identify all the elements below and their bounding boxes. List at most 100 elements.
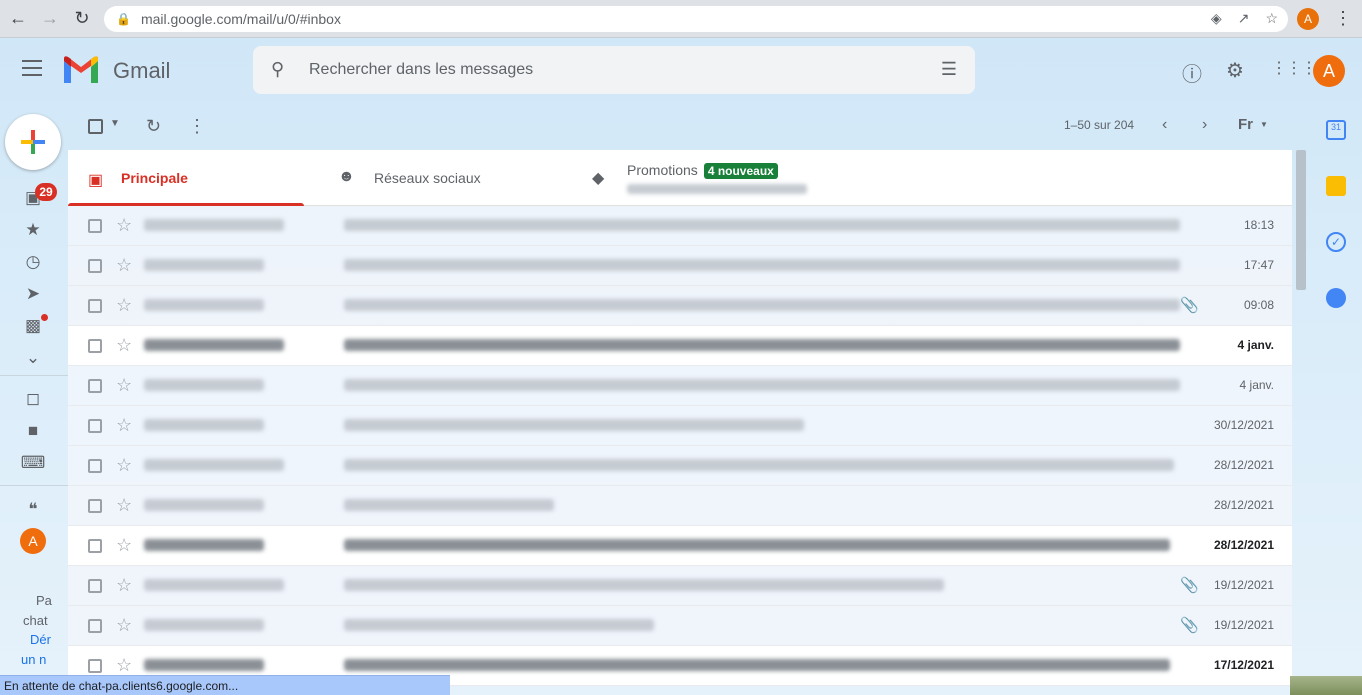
select-all-checkbox[interactable] [88,119,103,134]
back-icon[interactable]: ← [4,5,32,33]
browser-profile-avatar[interactable]: A [1297,8,1319,30]
email-date: 19/12/2021 [1213,578,1274,592]
email-row[interactable]: ☆ 18:13 [68,206,1292,246]
email-date: 28/12/2021 [1213,498,1274,512]
forward-icon[interactable]: → [36,5,64,33]
search-input[interactable] [309,58,909,82]
email-row[interactable]: ☆ 📎 19/12/2021 [68,566,1292,606]
email-sender-redacted [144,619,264,631]
email-sender-redacted [144,459,284,471]
browser-menu-icon[interactable]: ⋮ [1334,8,1352,29]
star-icon[interactable]: ☆ [116,535,132,556]
star-icon[interactable]: ☆ [116,295,132,316]
address-bar[interactable]: 🔒 mail.google.com/mail/u/0/#inbox ◈ ↗ ☆ [104,6,1288,32]
settings-gear-icon[interactable]: ⚙ [1226,58,1244,83]
chat-text-line: chat [23,613,48,628]
email-sender-redacted [144,299,264,311]
account-avatar[interactable]: A [1313,55,1345,87]
row-checkbox[interactable] [88,219,102,233]
row-checkbox[interactable] [88,339,102,353]
share-icon[interactable]: ↗ [1238,10,1250,27]
row-checkbox[interactable] [88,659,102,673]
more-options-icon[interactable]: ⋮ [188,116,206,137]
rail-divider [0,485,68,486]
snoozed-clock-icon[interactable]: ◷ [22,251,44,273]
email-row[interactable]: ☆ 📎 19/12/2021 [68,606,1292,646]
row-checkbox[interactable] [88,499,102,513]
row-checkbox[interactable] [88,459,102,473]
row-checkbox[interactable] [88,579,102,593]
star-icon[interactable]: ☆ [116,415,132,436]
email-date: 17:47 [1243,258,1274,272]
gmail-header: Gmail ⚲ ☰ ⓘ ⚙ ⋮⋮⋮ A [0,38,1362,102]
row-checkbox[interactable] [88,619,102,633]
email-row[interactable]: ☆ 4 janv. [68,366,1292,406]
search-options-icon[interactable]: ☰ [941,59,957,80]
star-icon[interactable]: ☆ [116,335,132,356]
reload-icon[interactable]: ↻ [68,5,96,33]
tab-label-text: Promotions [627,162,698,178]
star-icon[interactable]: ☆ [116,615,132,636]
tab-label: Promotions 4 nouveaux [627,162,778,179]
keep-icon[interactable] [1326,176,1346,196]
chat-link[interactable]: un n [21,652,46,667]
lock-icon: 🔒 [116,12,131,26]
next-page-icon[interactable]: › [1202,116,1207,134]
new-meeting-icon[interactable]: ◻ [22,388,44,410]
email-sender-redacted [144,539,264,551]
sent-icon[interactable]: ➤ [22,283,44,305]
app-name: Gmail [113,58,171,83]
email-sender-redacted [144,379,264,391]
email-date: 17/12/2021 [1213,658,1274,672]
star-icon[interactable]: ☆ [116,375,132,396]
contacts-icon[interactable] [1326,288,1346,308]
email-row[interactable]: ☆ 28/12/2021 [68,486,1292,526]
email-row[interactable]: ☆ 28/12/2021 [68,526,1292,566]
tab-principale[interactable]: ▣ Principale [68,150,312,206]
browser-toolbar: ← → ↻ 🔒 mail.google.com/mail/u/0/#inbox … [0,0,1362,38]
email-row[interactable]: ☆ 17:47 [68,246,1292,286]
search-icon[interactable]: ⚲ [271,59,284,80]
email-subject-redacted [344,539,1170,551]
help-icon[interactable]: ⓘ [1182,58,1202,87]
keyboard-icon[interactable]: ⌨ [21,452,46,474]
view-site-icon[interactable]: ◈ [1211,10,1222,27]
starred-icon[interactable]: ★ [22,219,44,241]
star-icon[interactable]: ☆ [116,215,132,236]
row-checkbox[interactable] [88,539,102,553]
row-checkbox[interactable] [88,299,102,313]
main-menu-icon[interactable] [22,60,42,81]
email-date: 19/12/2021 [1213,618,1274,632]
email-row[interactable]: ☆ 28/12/2021 [68,446,1292,486]
more-chevron-down-icon[interactable]: ⌄ [22,347,44,369]
email-row[interactable]: ☆ 4 janv. [68,326,1292,366]
calendar-icon[interactable]: 31 [1326,120,1346,140]
star-icon[interactable]: ☆ [116,255,132,276]
email-row[interactable]: ☆ 📎 09:08 [68,286,1292,326]
row-checkbox[interactable] [88,379,102,393]
hangouts-icon[interactable]: ❝ [22,499,44,521]
email-row[interactable]: ☆ 30/12/2021 [68,406,1292,446]
tasks-icon[interactable]: ✓ [1326,232,1346,252]
people-icon: ☻ [338,168,355,185]
input-tools-button[interactable]: Fr [1238,116,1253,133]
star-icon[interactable]: ☆ [116,655,132,676]
tab-reseaux-sociaux[interactable]: ☻ Réseaux sociaux [320,150,570,206]
select-dropdown-icon[interactable]: ▼ [110,118,120,129]
star-icon[interactable]: ☆ [116,575,132,596]
scrollbar-thumb[interactable] [1296,150,1306,290]
video-camera-icon[interactable]: ■ [22,420,44,442]
bookmark-star-icon[interactable]: ☆ [1265,10,1278,27]
compose-button[interactable] [5,114,61,170]
tab-promotions[interactable]: ◆ Promotions 4 nouveaux [574,150,874,206]
row-checkbox[interactable] [88,259,102,273]
row-checkbox[interactable] [88,419,102,433]
input-tools-dropdown-icon[interactable]: ▼ [1260,120,1268,129]
star-icon[interactable]: ☆ [116,495,132,516]
chat-avatar[interactable]: A [20,528,46,554]
prev-page-icon[interactable]: ‹ [1162,116,1167,134]
chat-link[interactable]: Dér [30,632,51,647]
star-icon[interactable]: ☆ [116,455,132,476]
apps-grid-icon[interactable]: ⋮⋮⋮ [1271,58,1317,78]
refresh-icon[interactable]: ↻ [146,116,161,137]
